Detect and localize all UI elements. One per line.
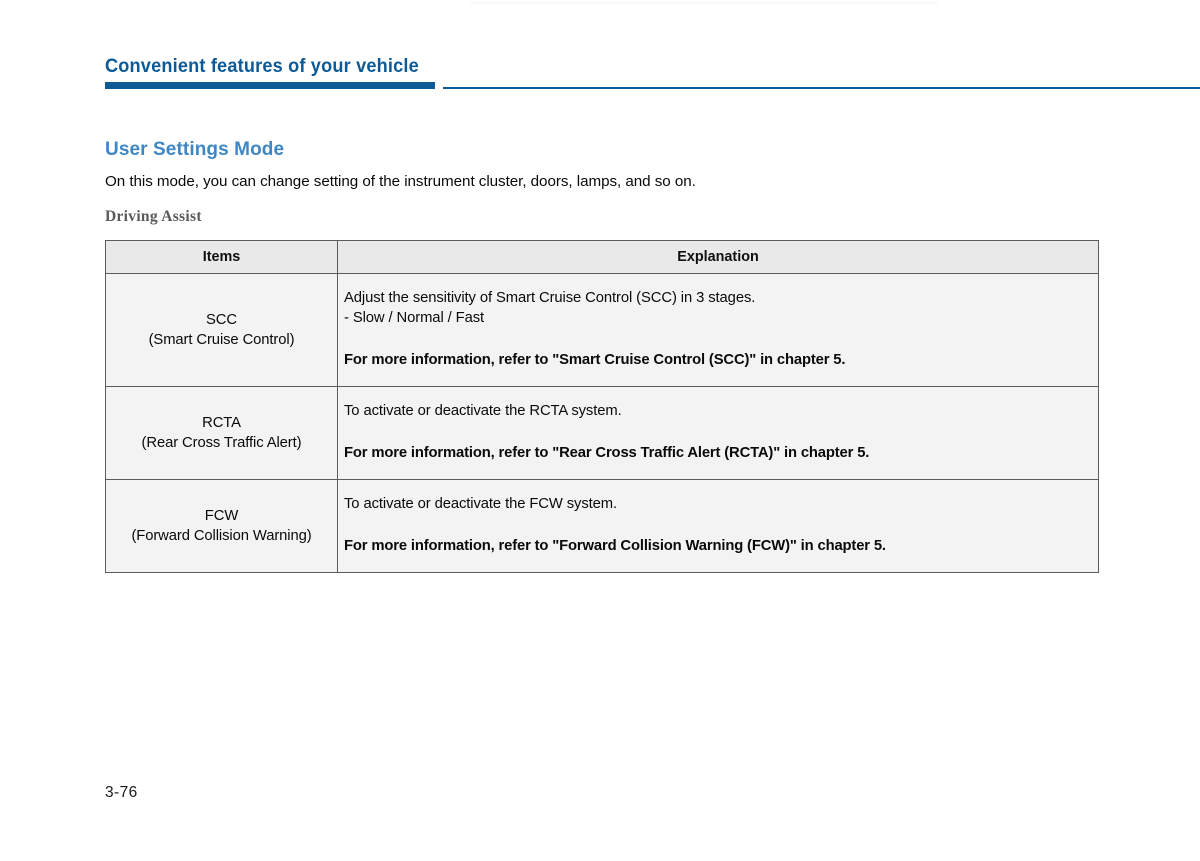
explanation-reference-note: For more information, refer to "Smart Cr… [344, 351, 846, 368]
table-row: FCW (Forward Collision Warning) To activ… [105, 479, 1099, 573]
scan-artifact [470, 1, 940, 5]
header-divider-line [443, 87, 1200, 89]
explanation-reference-note: For more information, refer to "Rear Cro… [344, 444, 870, 461]
sub-heading-driving-assist: Driving Assist [105, 208, 202, 225]
item-cell-scc: SCC (Smart Cruise Control) [105, 273, 338, 387]
explanation-cell-rcta: To activate or deactivate the RCTA syste… [337, 386, 1099, 480]
explanation-reference-note: For more information, refer to "Forward … [344, 537, 886, 554]
item-abbreviation: RCTA [202, 415, 241, 431]
explanation-line: - Slow / Normal / Fast [344, 310, 485, 327]
explanation-line: Adjust the sensitivity of Smart Cruise C… [344, 289, 756, 306]
column-header-explanation: Explanation [337, 240, 1099, 274]
table-row: SCC (Smart Cruise Control) Adjust the se… [105, 273, 1099, 387]
explanation-line: To activate or deactivate the RCTA syste… [344, 403, 622, 419]
item-cell-rcta: RCTA (Rear Cross Traffic Alert) [105, 386, 338, 480]
header-accent-bar [105, 82, 435, 89]
column-header-items: Items [105, 240, 338, 274]
section-title: User Settings Mode [105, 139, 285, 160]
item-full-name: (Rear Cross Traffic Alert) [141, 435, 302, 451]
table-header-row: Items Explanation [105, 240, 1099, 274]
driving-assist-settings-table: Items Explanation SCC (Smart Cruise Cont… [105, 240, 1099, 573]
item-full-name: (Forward Collision Warning) [131, 528, 312, 544]
explanation-cell-scc: Adjust the sensitivity of Smart Cruise C… [337, 273, 1099, 387]
item-abbreviation: SCC [206, 312, 237, 328]
item-full-name: (Smart Cruise Control) [148, 332, 295, 348]
item-cell-fcw: FCW (Forward Collision Warning) [105, 479, 338, 573]
running-header: Convenient features of your vehicle [105, 54, 1200, 94]
explanation-line: To activate or deactivate the FCW system… [344, 496, 618, 512]
page-header-title: Convenient features of your vehicle [105, 55, 419, 77]
item-abbreviation: FCW [204, 508, 239, 524]
header-rule-group [105, 82, 1200, 91]
explanation-cell-fcw: To activate or deactivate the FCW system… [337, 479, 1099, 573]
page-number: 3-76 [105, 784, 138, 801]
section-intro-text: On this mode, you can change setting of … [105, 173, 696, 190]
table-row: RCTA (Rear Cross Traffic Alert) To activ… [105, 386, 1099, 480]
page-content: User Settings Mode On this mode, you can… [105, 138, 1099, 573]
